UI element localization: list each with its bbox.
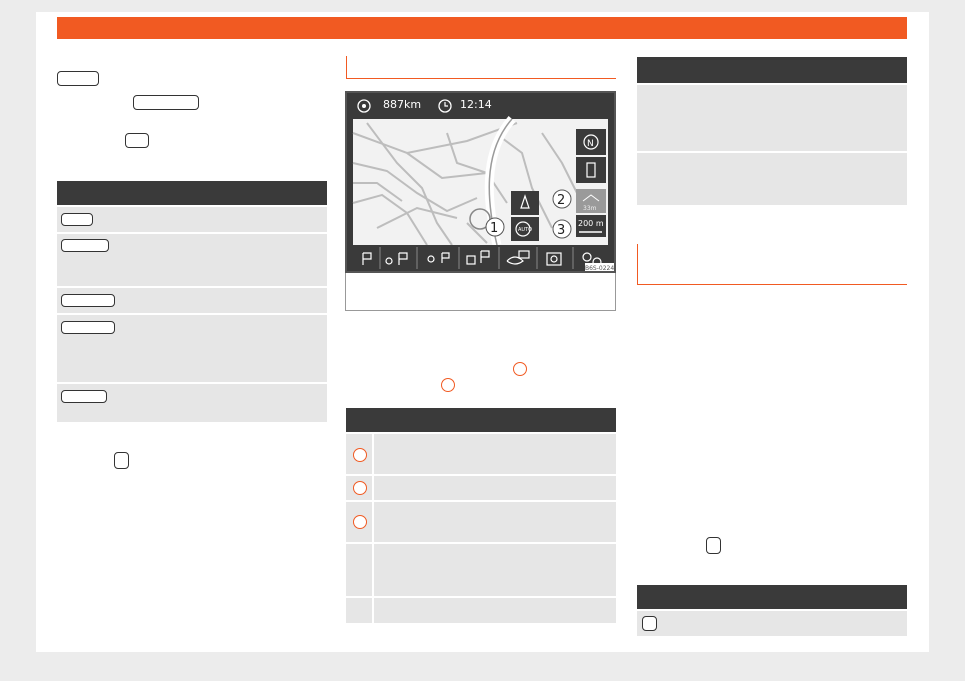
svg-text:33m: 33m — [583, 205, 597, 212]
key-button[interactable] — [61, 390, 107, 403]
time-readout: 12:14 — [460, 98, 492, 111]
table-row — [637, 85, 907, 151]
svg-text:200 m: 200 m — [578, 219, 604, 228]
key-button[interactable] — [133, 95, 199, 110]
table-row — [57, 207, 327, 232]
key-button[interactable] — [114, 452, 129, 469]
map-svg: N AUTO 33m 200 m 1 2 3 — [347, 93, 614, 271]
svg-text:1: 1 — [490, 221, 498, 236]
auto-label: AUTO — [518, 227, 532, 233]
table-row — [637, 611, 907, 636]
callout-marker — [441, 378, 455, 392]
section-marker — [346, 56, 347, 78]
table-row — [346, 434, 616, 474]
distance-readout: 887km — [383, 98, 422, 111]
table-header — [637, 57, 907, 83]
image-code: B6S-0224 — [585, 265, 615, 272]
svg-text:N: N — [587, 139, 594, 149]
key-button[interactable] — [61, 321, 115, 334]
key-button[interactable] — [642, 616, 657, 631]
table-row — [346, 502, 616, 542]
key-button[interactable] — [61, 294, 115, 307]
key-button[interactable] — [706, 537, 721, 554]
callout-marker — [353, 481, 367, 495]
svg-text:3: 3 — [557, 223, 565, 238]
navigation-map: N AUTO 33m 200 m 1 2 3 — [345, 91, 616, 273]
table-header — [57, 181, 327, 205]
table-row — [346, 544, 616, 596]
table-row — [637, 153, 907, 205]
table-row — [346, 476, 616, 500]
figure-caption-box — [345, 273, 616, 311]
key-button[interactable] — [57, 71, 99, 86]
column-divider — [372, 434, 374, 623]
table-header — [346, 408, 616, 432]
key-button[interactable] — [61, 213, 93, 226]
callout-marker — [353, 448, 367, 462]
section-rule — [637, 284, 907, 285]
svg-text:2: 2 — [557, 193, 565, 208]
key-button[interactable] — [61, 239, 109, 252]
table-row — [346, 598, 616, 623]
key-button[interactable] — [125, 133, 149, 148]
section-marker — [637, 244, 638, 284]
callout-marker — [513, 362, 527, 376]
callout-marker — [353, 515, 367, 529]
header-bar — [57, 17, 907, 39]
table-header — [637, 585, 907, 609]
section-rule — [346, 78, 616, 79]
